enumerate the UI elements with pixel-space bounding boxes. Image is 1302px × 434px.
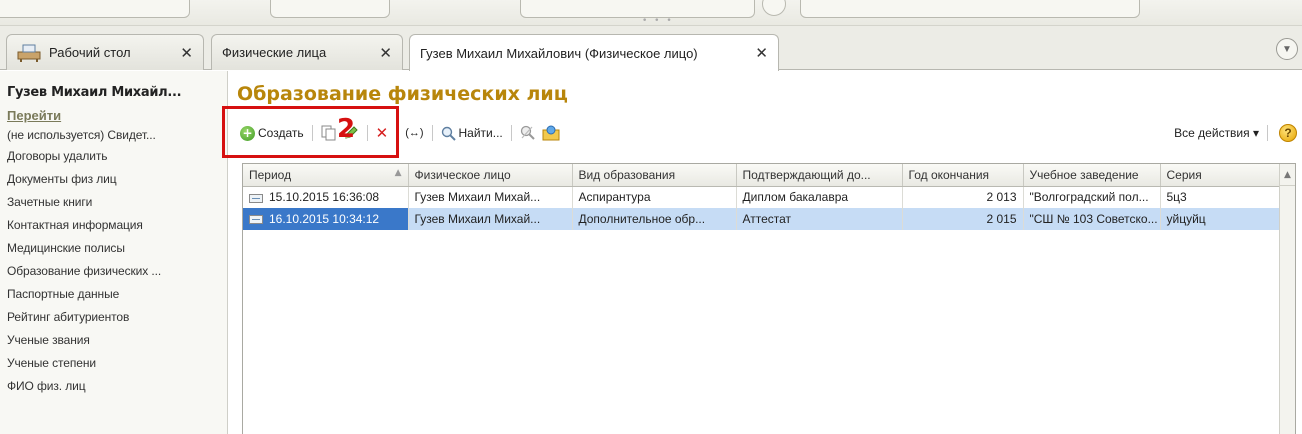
sidebar-item-passport[interactable]: Паспортные данные <box>7 283 227 306</box>
scroll-up-icon[interactable]: ▲ <box>1280 164 1295 186</box>
command-bar: + Создать ✕ (↔) Найти... Все действия ▾ … <box>237 119 1297 147</box>
all-actions-menu[interactable]: Все действия ▾ ? <box>1174 124 1297 142</box>
sidebar-item-documents[interactable]: Документы физ лиц <box>7 168 227 191</box>
sidebar-item-rating[interactable]: Рейтинг абитуриентов <box>7 306 227 329</box>
sidebar-item-certificates[interactable]: (не используется) Свидет... <box>7 125 227 145</box>
report-button[interactable] <box>539 122 563 144</box>
table-header-row: Период ▲ Физическое лицо Вид образования … <box>243 164 1281 187</box>
sidebar-item-contacts[interactable]: Контактная информация <box>7 214 227 237</box>
create-label: Создать <box>258 126 304 140</box>
record-icon <box>249 193 263 203</box>
cell-graduation-year: 2 013 <box>902 186 1024 208</box>
annotation-number: 2 <box>337 114 356 144</box>
toolbar-separator <box>1267 125 1268 141</box>
cell-period: 15.10.2015 16:36:08 <box>243 186 409 208</box>
cell-person: Гузев Михаил Михай... <box>408 208 573 230</box>
tab-label: Физические лица <box>222 45 327 60</box>
all-actions-label: Все действия ▾ <box>1174 126 1259 140</box>
sidebar-item-education[interactable]: Образование физических ... <box>7 260 227 283</box>
sort-icon: ▲ <box>394 167 402 178</box>
top-field <box>520 0 755 18</box>
top-search-field[interactable] <box>800 0 1140 18</box>
column-header-person[interactable]: Физическое лицо <box>408 164 573 187</box>
cell-document: Диплом бакалавра <box>736 186 903 208</box>
cell-document: Аттестат <box>736 208 903 230</box>
cell-education-type: Аспирантура <box>572 186 737 208</box>
create-button[interactable]: + Создать <box>237 122 307 144</box>
tab-bar: Рабочий стол ✕ Физические лица ✕ Гузев М… <box>0 26 1302 71</box>
sidebar-item-record-books[interactable]: Зачетные книги <box>7 191 227 214</box>
tab-persons[interactable]: Физические лица ✕ <box>211 34 403 70</box>
navigation-panel: Гузев Михаил Михайл... Перейти (не испол… <box>0 71 228 434</box>
cell-series: уйцуйц <box>1160 208 1281 230</box>
move-period-icon: (↔) <box>405 127 424 139</box>
column-header-document[interactable]: Подтверждающий до... <box>736 164 903 187</box>
top-panel-strip: • • • <box>0 0 1302 26</box>
sidebar-item-academic-titles[interactable]: Ученые звания <box>7 329 227 352</box>
find-button[interactable]: Найти... <box>438 122 506 144</box>
toolbar-separator <box>366 125 368 141</box>
tab-label: Гузев Михаил Михайлович (Физическое лицо… <box>420 45 698 61</box>
column-header-institution[interactable]: Учебное заведение <box>1023 164 1161 187</box>
top-round-button[interactable] <box>762 0 786 16</box>
tabs-dropdown-icon[interactable]: ▼ <box>1276 38 1298 60</box>
copy-icon <box>321 125 336 141</box>
column-header-graduation-year[interactable]: Год окончания <box>902 164 1024 187</box>
cancel-search-icon <box>520 125 535 140</box>
sidebar-item-contracts[interactable]: Договоры удалить <box>7 145 227 168</box>
cancel-search-button[interactable] <box>517 122 539 144</box>
sidebar-item-medical[interactable]: Медицинские полисы <box>7 237 227 260</box>
close-icon[interactable]: ✕ <box>180 44 193 62</box>
cell-institution: "Волгоградский пол... <box>1023 186 1161 208</box>
column-header-education-type[interactable]: Вид образования <box>572 164 737 187</box>
toolbar-separator <box>510 125 512 141</box>
toolbar-separator <box>396 125 398 141</box>
column-header-period[interactable]: Период ▲ <box>243 164 409 187</box>
close-icon[interactable]: ✕ <box>379 44 392 62</box>
tab-person-card[interactable]: Гузев Михаил Михайлович (Физическое лицо… <box>409 34 779 71</box>
close-icon[interactable]: ✕ <box>755 44 768 62</box>
tab-label: Рабочий стол <box>49 45 131 60</box>
top-field <box>270 0 390 18</box>
sidebar-item-academic-degrees[interactable]: Ученые степени <box>7 352 227 375</box>
toolbar-separator <box>311 125 313 141</box>
table-row[interactable]: 15.10.2015 16:36:08 Гузев Михаил Михай..… <box>243 186 1281 208</box>
find-label: Найти... <box>458 126 503 140</box>
delete-button[interactable]: ✕ <box>373 122 392 144</box>
main-content: Образование физических лиц + Создать ✕ (… <box>229 71 1302 434</box>
plus-icon: + <box>240 125 255 141</box>
envelope-icon <box>542 125 560 141</box>
table-scrollbar[interactable]: ▲ <box>1279 164 1295 434</box>
search-icon <box>441 126 456 141</box>
help-icon[interactable]: ? <box>1279 124 1297 142</box>
column-header-series[interactable]: Серия <box>1160 164 1281 187</box>
desktop-icon <box>17 43 41 63</box>
table-row-selected[interactable]: 16.10.2015 10:34:12 Гузев Михаил Михай..… <box>243 208 1281 230</box>
toolbar-separator <box>431 125 433 141</box>
cell-period: 16.10.2015 10:34:12 <box>243 208 409 230</box>
sidebar-item-names[interactable]: ФИО физ. лиц <box>7 375 227 398</box>
tab-desktop[interactable]: Рабочий стол ✕ <box>6 34 204 70</box>
goto-header[interactable]: Перейти <box>7 108 227 123</box>
delete-icon: ✕ <box>375 124 389 142</box>
cell-graduation-year: 2 015 <box>902 208 1024 230</box>
cell-education-type: Дополнительное обр... <box>572 208 737 230</box>
page-title: Образование физических лиц <box>237 83 568 105</box>
cell-series: 5ц3 <box>1160 186 1281 208</box>
records-table[interactable]: Период ▲ Физическое лицо Вид образования … <box>242 163 1296 434</box>
record-icon <box>249 215 263 225</box>
cell-person: Гузев Михаил Михай... <box>408 186 573 208</box>
cell-institution: "СШ № 103 Советско... <box>1023 208 1161 230</box>
person-name-heading: Гузев Михаил Михайл... <box>7 85 182 100</box>
move-period-button[interactable]: (↔) <box>402 122 426 144</box>
resize-grip-icon[interactable]: • • • <box>642 16 674 25</box>
top-field <box>0 0 190 18</box>
